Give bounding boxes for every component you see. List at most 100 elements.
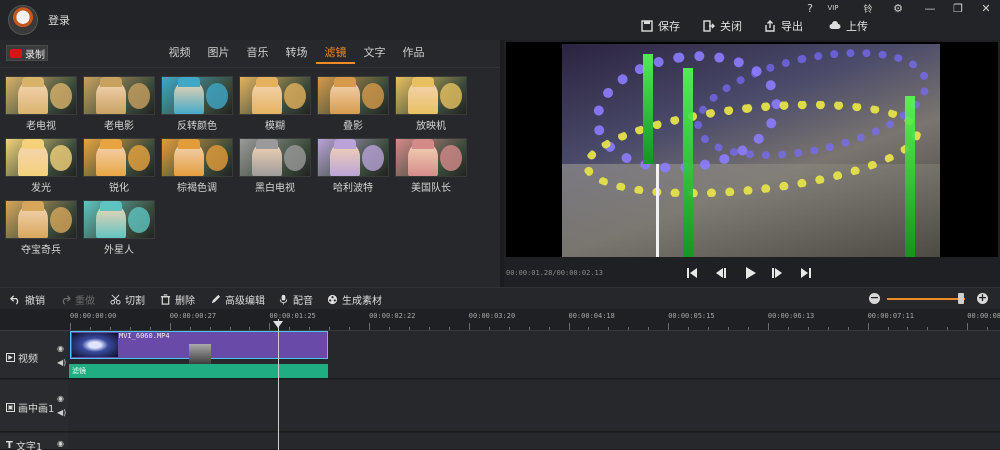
tab-transition[interactable]: 转场 [277, 46, 316, 64]
gear-icon[interactable]: ⚙ [888, 2, 908, 16]
filter-item[interactable]: 美国队长 [395, 138, 467, 194]
tab-filter[interactable]: 滤镜 [316, 46, 355, 64]
ruler-tick-mark [528, 327, 530, 330]
ruler-tick-mark [588, 327, 590, 330]
zoom-in-icon[interactable]: + [977, 292, 988, 304]
ruler-tick-label: 00:00:04:18 [568, 312, 615, 320]
filter-item[interactable]: 外星人 [83, 200, 155, 256]
record-icon [10, 48, 22, 58]
tab-works[interactable]: 作品 [394, 46, 433, 64]
eye-icon[interactable]: ◉ [57, 344, 64, 353]
filter-item[interactable]: 黑白电视 [239, 138, 311, 194]
filter-item[interactable]: 反转颜色 [161, 76, 233, 132]
eye-icon[interactable]: ◉ [57, 439, 64, 448]
ruler-tick-mark [827, 327, 829, 330]
save-button[interactable]: 保存 [641, 17, 680, 35]
ruler-tick-mark [349, 327, 351, 330]
thumb-leaf [128, 83, 150, 109]
bell-icon[interactable]: 铃 [858, 2, 878, 16]
upload-button[interactable]: 上传 [829, 17, 868, 35]
ruler-tick-mark [209, 327, 211, 330]
thumb-leaf [284, 145, 306, 171]
skip-start-button[interactable] [684, 265, 700, 281]
tab-video[interactable]: 视频 [160, 46, 199, 64]
thumb-hat [412, 139, 434, 149]
dub-button[interactable]: 配音 [278, 292, 313, 307]
filter-thumbnail [83, 200, 155, 239]
filter-item[interactable]: 锐化 [83, 138, 155, 194]
redo-button[interactable]: 重做 [60, 292, 95, 307]
filter-item[interactable]: 老电视 [5, 76, 77, 132]
track-title-text: T 文字1 [6, 438, 42, 450]
close-label: 关闭 [720, 20, 742, 33]
ruler-tick-mark [488, 327, 490, 330]
close-window-icon[interactable]: ✕ [976, 2, 996, 16]
cloud-upload-icon [829, 21, 841, 29]
ruler-tick-mark [987, 327, 989, 330]
play-icon: ▶ [6, 353, 15, 362]
zoom-out-icon[interactable]: − [869, 292, 880, 304]
pip-lane[interactable] [68, 380, 1000, 432]
close-button[interactable]: 关闭 [703, 17, 742, 35]
thumb-leaf [50, 83, 72, 109]
speaker-icon[interactable]: ◀) [57, 358, 66, 367]
play-button[interactable] [742, 265, 758, 281]
ruler-tick-mark [568, 323, 570, 330]
vip-icon[interactable]: VIP [823, 4, 843, 18]
zoom-slider-handle[interactable] [958, 293, 965, 304]
tab-text[interactable]: 文字 [355, 46, 394, 64]
filter-bar[interactable]: 滤镜 [69, 364, 328, 378]
filter-item[interactable]: 放映机 [395, 76, 467, 132]
text-lane[interactable] [68, 433, 1000, 450]
next-frame-button[interactable] [770, 265, 786, 281]
ruler-corner [0, 309, 68, 331]
help-icon[interactable]: ? [800, 2, 820, 16]
filter-label: 叠影 [343, 121, 363, 132]
filter-item[interactable]: 哈利波特 [317, 138, 389, 194]
record-button[interactable]: 录制 [6, 45, 48, 61]
minimize-icon[interactable]: — [920, 2, 940, 16]
advanced-edit-button[interactable]: 高级编辑 [210, 292, 265, 307]
filter-label: 棕褐色调 [177, 183, 217, 194]
video-clip[interactable]: MVI_6060.MP4 [70, 331, 328, 366]
picture-in-picture-icon: ▣ [6, 403, 15, 412]
prev-frame-button[interactable] [712, 265, 728, 281]
eye-icon[interactable]: ◉ [57, 394, 64, 403]
filter-item[interactable]: 棕褐色调 [161, 138, 233, 194]
playhead-line[interactable] [278, 319, 279, 450]
filter-item[interactable]: 发光 [5, 138, 77, 194]
playhead-handle[interactable] [273, 321, 283, 328]
speaker-icon[interactable]: ◀) [57, 408, 66, 417]
delete-label: 删除 [175, 296, 195, 307]
tab-image[interactable]: 图片 [199, 46, 238, 64]
delete-button[interactable]: 删除 [160, 292, 195, 307]
tab-music[interactable]: 音乐 [238, 46, 277, 64]
thumb-hat [178, 77, 200, 87]
skip-end-button[interactable] [798, 265, 814, 281]
filter-thumbnail [5, 200, 77, 239]
export-button[interactable]: 导出 [764, 17, 803, 35]
filter-item[interactable]: 模糊 [239, 76, 311, 132]
filter-item[interactable]: 夺宝奇兵 [5, 200, 77, 256]
generate-label: 生成素材 [342, 296, 382, 307]
time-ruler[interactable]: 00:00:00:00 00:00:00:27 00:00:01:25 00:00:0… [68, 309, 1000, 331]
save-icon [641, 20, 653, 32]
login-link[interactable]: 登录 [48, 12, 70, 28]
ruler-tick-mark [448, 327, 450, 330]
thumb-leaf [362, 145, 384, 171]
thumb-hat [178, 139, 200, 149]
filter-item[interactable]: 老电影 [83, 76, 155, 132]
filter-label: 哈利波特 [333, 183, 373, 194]
clip-name: MVI_6060.MP4 [119, 332, 170, 340]
generate-material-button[interactable]: 生成素材 [327, 292, 382, 307]
video-screen[interactable] [506, 42, 998, 257]
zoom-slider-track[interactable] [887, 298, 965, 300]
ruler-tick-label: 00:00:07:11 [867, 312, 914, 320]
cut-button[interactable]: 切割 [110, 292, 145, 307]
filter-item[interactable]: 叠影 [317, 76, 389, 132]
track-title-pip: ▣ 画中画1 [6, 400, 54, 415]
undo-button[interactable]: 撤销 [10, 292, 45, 307]
maximize-icon[interactable]: ❐ [948, 2, 968, 16]
ruler-tick-mark [369, 323, 371, 330]
thumb-hat [256, 77, 278, 87]
